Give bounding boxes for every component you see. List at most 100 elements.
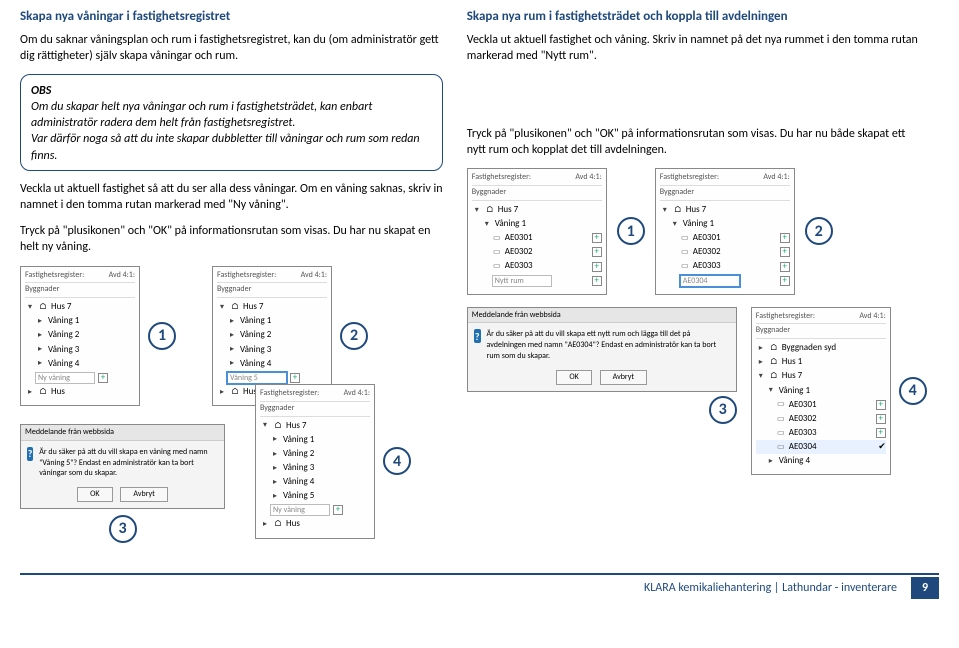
caret-down-icon[interactable]: [766, 386, 776, 396]
tree-item-floor[interactable]: Våning 5: [283, 490, 314, 502]
tree-item-building[interactable]: Hus 7: [286, 420, 306, 432]
plus-icon[interactable]: [333, 505, 343, 515]
tree-item-floor[interactable]: Våning 3: [283, 462, 314, 474]
new-room-input[interactable]: Nytt rum: [492, 275, 552, 287]
plus-icon[interactable]: [876, 400, 886, 410]
tree-item-floor[interactable]: Våning 3: [48, 344, 79, 356]
tree-item-room[interactable]: AE0303: [693, 260, 721, 272]
tree-item-floor[interactable]: Våning 2: [283, 448, 314, 460]
caret-down-icon[interactable]: [25, 302, 35, 312]
tree-item-building[interactable]: Byggnaden syd: [782, 342, 836, 354]
caret-right-icon[interactable]: [270, 477, 280, 487]
caret-right-icon[interactable]: [217, 387, 227, 397]
new-floor-input[interactable]: Ny våning: [35, 372, 95, 384]
tree-item-room[interactable]: AE0302: [693, 246, 721, 258]
caret-right-icon[interactable]: [766, 456, 776, 466]
caret-right-icon[interactable]: [25, 387, 35, 397]
caret-down-icon[interactable]: [217, 302, 227, 312]
tree-item-floor[interactable]: Våning 3: [240, 344, 271, 356]
tree-item-floor[interactable]: Våning 1: [240, 315, 271, 327]
page-footer: KLARA kemikaliehantering | Lathundar - i…: [20, 573, 939, 599]
plus-icon[interactable]: [876, 414, 886, 424]
plus-icon[interactable]: [592, 233, 602, 243]
caret-down-icon[interactable]: [260, 421, 270, 431]
plus-icon[interactable]: [592, 262, 602, 272]
building-icon: [769, 372, 779, 382]
tree-item-room[interactable]: AE0301: [505, 232, 533, 244]
tree-header-left: Fastighetsregister:: [472, 172, 531, 183]
caret-right-icon[interactable]: [227, 345, 237, 355]
caret-right-icon[interactable]: [35, 359, 45, 369]
tree-item-room[interactable]: AE0302: [789, 413, 817, 425]
plus-icon[interactable]: [290, 373, 300, 383]
tree-item-room[interactable]: AE0302: [505, 246, 533, 258]
tree-item-room[interactable]: AE0303: [505, 260, 533, 272]
caret-right-icon[interactable]: [227, 316, 237, 326]
tree-item-floor[interactable]: Våning 1: [283, 434, 314, 446]
caret-right-icon[interactable]: [270, 449, 280, 459]
tree-header-left: Fastighetsregister:: [217, 270, 276, 281]
tree-header-left: Fastighetsregister:: [660, 172, 719, 183]
room-icon: [776, 414, 786, 424]
tree-item-building[interactable]: Hus 7: [686, 204, 706, 216]
tree-item-building[interactable]: Hus: [286, 518, 300, 530]
tree-item-room[interactable]: AE0301: [789, 399, 817, 411]
tree-item-building[interactable]: Hus 7: [782, 370, 802, 382]
plus-icon[interactable]: [780, 262, 790, 272]
dialog-ok-button[interactable]: OK: [556, 370, 591, 385]
dialog-cancel-button[interactable]: Avbryt: [120, 487, 167, 502]
new-room-input[interactable]: AE0304: [680, 275, 740, 287]
caret-right-icon[interactable]: [35, 331, 45, 341]
caret-right-icon[interactable]: [756, 357, 766, 367]
caret-right-icon[interactable]: [35, 345, 45, 355]
caret-down-icon[interactable]: [472, 205, 482, 215]
tree-item-floor[interactable]: Våning 1: [495, 218, 526, 230]
page-number: 9: [911, 577, 939, 599]
plus-icon[interactable]: [780, 276, 790, 286]
caret-right-icon[interactable]: [270, 463, 280, 473]
tree-item-building[interactable]: Hus 7: [51, 301, 71, 313]
tree-item-floor[interactable]: Våning 4: [283, 476, 314, 488]
caret-right-icon[interactable]: [270, 435, 280, 445]
new-floor-input[interactable]: Ny våning: [270, 504, 330, 516]
tree-item-building[interactable]: Hus: [51, 386, 65, 398]
tree-item-room[interactable]: AE0301: [693, 232, 721, 244]
caret-down-icon[interactable]: [756, 372, 766, 382]
caret-right-icon[interactable]: [227, 359, 237, 369]
tree-item-floor[interactable]: Våning 1: [683, 218, 714, 230]
caret-right-icon[interactable]: [227, 331, 237, 341]
tree-item-floor[interactable]: Våning 4: [240, 358, 271, 370]
caret-down-icon[interactable]: [670, 219, 680, 229]
tree-item-building[interactable]: Hus 7: [498, 204, 518, 216]
caret-down-icon[interactable]: [482, 219, 492, 229]
tree-header-right: Avd 4:1:: [575, 172, 601, 183]
caret-right-icon[interactable]: [270, 491, 280, 501]
dialog-cancel-button[interactable]: Avbryt: [600, 370, 647, 385]
tree-item-floor[interactable]: Våning 2: [240, 329, 271, 341]
caret-right-icon[interactable]: [260, 520, 270, 530]
caret-right-icon[interactable]: [35, 316, 45, 326]
tree-item-floor[interactable]: Våning 1: [779, 385, 810, 397]
plus-icon[interactable]: [592, 247, 602, 257]
tree-item-floor[interactable]: Våning 4: [48, 358, 79, 370]
plus-icon[interactable]: [98, 373, 108, 383]
plus-icon[interactable]: [780, 233, 790, 243]
new-floor-input[interactable]: Våning 5: [227, 372, 287, 384]
plus-icon[interactable]: [876, 428, 886, 438]
tree-subhead: Byggnader: [756, 325, 790, 336]
dialog-ok-button[interactable]: OK: [77, 487, 112, 502]
building-icon: [38, 387, 48, 397]
step-badge-2: 2: [805, 217, 833, 245]
plus-icon[interactable]: [780, 247, 790, 257]
tree-item-floor[interactable]: Våning 4: [779, 455, 810, 467]
tree-item-floor[interactable]: Våning 2: [48, 329, 79, 341]
plus-icon[interactable]: [592, 276, 602, 286]
tree-item-floor[interactable]: Våning 1: [48, 315, 79, 327]
tree-item-building[interactable]: Hus 1: [782, 356, 802, 368]
tree-item-building[interactable]: Hus 7: [243, 301, 263, 313]
caret-down-icon[interactable]: [660, 205, 670, 215]
room-icon: [776, 428, 786, 438]
caret-right-icon[interactable]: [756, 343, 766, 353]
tree-item-room[interactable]: AE0303: [789, 427, 817, 439]
tree-item-room[interactable]: AE0304: [789, 441, 817, 453]
